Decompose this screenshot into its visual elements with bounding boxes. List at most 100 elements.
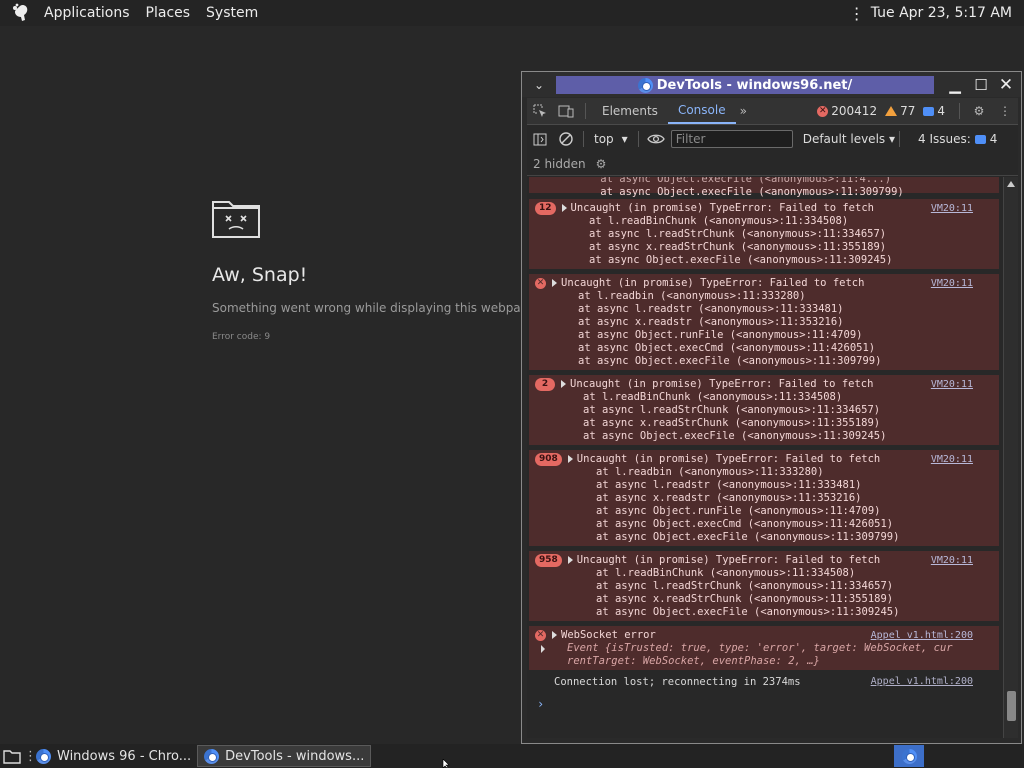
more-tabs-icon[interactable]: » [736, 104, 751, 118]
scrollbar-thumb[interactable] [1007, 691, 1016, 721]
chrome-icon [204, 748, 220, 764]
stack-line: at l.readbin (<anonymous>:11:333280) [578, 290, 806, 302]
settings-gear-icon[interactable]: ⚙ [966, 98, 992, 124]
console-error-entry[interactable]: 958 Uncaught (in promise) TypeError: Fai… [529, 551, 999, 621]
menu-places[interactable]: Places [138, 5, 199, 21]
source-link[interactable]: VM20:11 [931, 555, 973, 566]
crash-page: Aw, Snap! Something went wrong while dis… [212, 198, 539, 342]
panel-more-icon[interactable]: ⋮ [849, 4, 865, 23]
chrome-icon [637, 77, 653, 93]
live-expression-eye-icon[interactable] [643, 126, 669, 152]
device-toolbar-icon[interactable] [553, 98, 579, 124]
mouse-cursor-icon [442, 759, 450, 768]
menu-system[interactable]: System [198, 5, 266, 21]
console-error-entry[interactable]: 2 Uncaught (in promise) TypeError: Faile… [529, 375, 999, 445]
source-link[interactable]: Appel v1.html:200 [871, 676, 973, 687]
expand-triangle-icon[interactable] [567, 455, 573, 463]
issue-message-icon [974, 134, 986, 144]
maximize-button[interactable]: ☐ [971, 75, 991, 95]
expand-event-triangle-icon[interactable] [541, 645, 545, 653]
task-devtools[interactable]: DevTools - windows... [197, 745, 372, 767]
console-prompt-icon[interactable]: › [537, 697, 544, 711]
expand-triangle-icon[interactable] [567, 556, 573, 564]
stack-line: at async l.readStrChunk (<anonymous>:11:… [583, 404, 881, 416]
source-link[interactable]: VM20:11 [931, 203, 973, 214]
hidden-count[interactable]: 2 hidden [533, 157, 586, 171]
task-windows96-chrome[interactable]: Windows 96 - Chro... [30, 745, 197, 767]
sad-folder-icon [212, 201, 260, 238]
show-desktop-icon[interactable] [0, 745, 24, 767]
devtools-titlebar[interactable]: ⌄ DevTools - windows96.net/ ▁ ☐ ✕ [522, 72, 1021, 97]
error-message: Uncaught (in promise) TypeError: Failed … [570, 202, 874, 214]
error-message: WebSocket error [561, 629, 656, 641]
stack-line: at async Object.execFile (<anonymous>:11… [583, 430, 887, 442]
log-levels-value: Default levels [802, 132, 886, 146]
stack-line: at async l.readstr (<anonymous>:11:33348… [578, 303, 844, 315]
devtools-body: Elements Console » ✕ 200412 77 4 ⚙ ⋮ top… [527, 98, 1018, 738]
expand-triangle-icon[interactable] [561, 380, 566, 388]
source-link[interactable]: VM20:11 [931, 379, 973, 390]
task-label: Windows 96 - Chro... [57, 748, 192, 764]
stack-line: at async Object.runFile (<anonymous>:11:… [578, 329, 863, 341]
inspect-element-icon[interactable] [527, 98, 553, 124]
error-count: 200412 [831, 104, 878, 118]
warning-count: 77 [900, 104, 916, 118]
clock[interactable]: Tue Apr 23, 5:17 AM [871, 5, 1012, 21]
error-message: Uncaught (in promise) TypeError: Failed … [570, 378, 874, 390]
gnome-foot-icon[interactable] [10, 2, 32, 24]
repeat-count-badge: 958 [535, 553, 562, 567]
error-message: Uncaught (in promise) TypeError: Failed … [576, 554, 881, 566]
expand-triangle-icon[interactable] [561, 204, 567, 212]
console-entry-partial: at async Object.execFile (<anonymous>:11… [529, 177, 999, 198]
filter-input[interactable] [670, 130, 793, 148]
error-message: Uncaught (in promise) TypeError: Failed … [576, 453, 881, 465]
console-error-entry[interactable]: 12 Uncaught (in promise) TypeError: Fail… [529, 199, 999, 269]
source-link[interactable]: Appel v1.html:200 [871, 630, 973, 641]
tab-console[interactable]: Console [667, 98, 736, 124]
stack-line: at async x.readStrChunk (<anonymous>:11:… [589, 241, 887, 253]
stack-line: at async Object.execFile (<anonymous>:11… [578, 355, 882, 367]
expand-triangle-icon[interactable] [552, 279, 557, 287]
sidebar-toggle-icon[interactable] [527, 126, 553, 152]
log-levels-dropdown[interactable]: Default levels ▾ [803, 132, 895, 146]
crash-title: Aw, Snap! [212, 264, 308, 286]
expand-triangle-icon[interactable] [552, 631, 557, 639]
websocket-error-entry[interactable]: ✕ WebSocket error Appel v1.html:200 Even… [529, 626, 999, 670]
tab-elements[interactable]: Elements [592, 98, 668, 124]
window-menu-chevron-icon[interactable]: ⌄ [528, 78, 550, 92]
hidden-messages-row: 2 hidden ⚙ [527, 152, 1018, 176]
console-settings-gear-icon[interactable]: ⚙ [596, 157, 607, 171]
console-error-entry[interactable]: ✕ Uncaught (in promise) TypeError: Faile… [529, 274, 999, 370]
chrome-icon [36, 748, 51, 764]
issues-label: 4 Issues: [918, 132, 971, 146]
menu-applications[interactable]: Applications [36, 5, 138, 21]
source-link[interactable]: VM20:11 [931, 278, 973, 289]
tray-chrome-icon[interactable] [894, 745, 924, 767]
console-error-entry[interactable]: 908 Uncaught (in promise) TypeError: Fai… [529, 450, 999, 546]
context-selector[interactable]: top ▾ [588, 132, 634, 146]
console-toolbar: top ▾ Default levels ▾ 4 Issues: 4 [527, 126, 1018, 152]
devtools-window: ⌄ DevTools - windows96.net/ ▁ ☐ ✕ Elemen… [521, 71, 1022, 744]
stack-line: at async x.readStrChunk (<anonymous>:11:… [583, 417, 881, 429]
console-output[interactable]: at async Object.execFile (<anonymous>:11… [527, 177, 1003, 738]
customize-menu-icon[interactable]: ⋮ [992, 98, 1018, 124]
warning-counter[interactable]: 77 [885, 104, 915, 118]
error-counter[interactable]: ✕ 200412 [817, 104, 877, 118]
stack-line: at l.readbin (<anonymous>:11:333280) [596, 466, 824, 478]
close-button[interactable]: ✕ [996, 75, 1016, 95]
devtools-window-title[interactable]: DevTools - windows96.net/ [556, 76, 934, 94]
message-counter[interactable]: 4 [923, 104, 945, 118]
minimize-button[interactable]: ▁ [945, 75, 965, 95]
issues-button[interactable]: 4 Issues: 4 [918, 132, 997, 146]
stack-line: at async Object.execFile (<anonymous>:11… [596, 606, 900, 618]
stack-line: at async Object.execCmd (<anonymous>:11:… [578, 342, 876, 354]
error-message: Uncaught (in promise) TypeError: Failed … [561, 277, 865, 289]
console-scrollbar[interactable] [1003, 177, 1018, 738]
scroll-up-icon[interactable] [1007, 181, 1015, 187]
source-link[interactable]: VM20:11 [931, 454, 973, 465]
clear-console-icon[interactable] [553, 126, 579, 152]
error-icon: ✕ [535, 629, 546, 641]
stack-line: at async l.readstr (<anonymous>:11:33348… [596, 479, 862, 491]
event-object-line: rentTarget: WebSocket, eventPhase: 2, …} [567, 655, 820, 667]
event-object-line: Event {isTrusted: true, type: 'error', t… [567, 642, 953, 654]
